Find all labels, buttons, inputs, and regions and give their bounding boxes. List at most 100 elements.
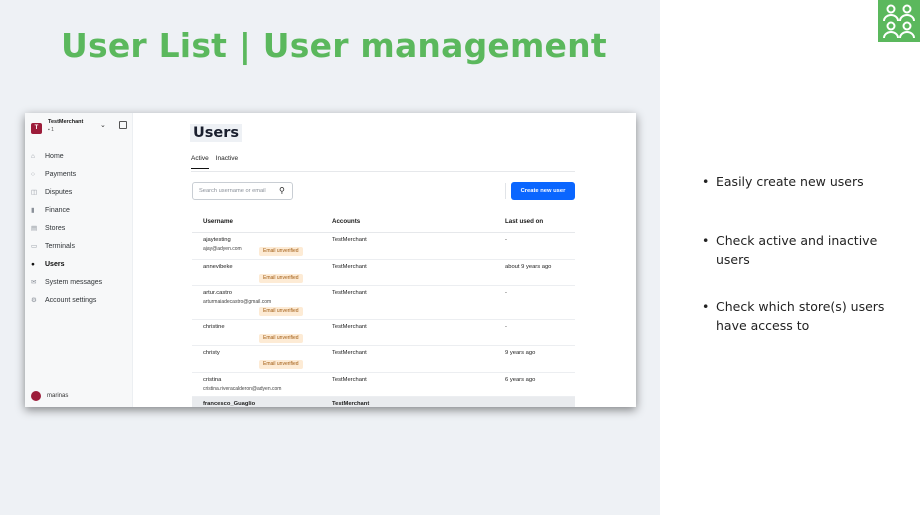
username-cell[interactable]: ajaytesting: [203, 237, 231, 243]
merchant-name: TestMerchant: [48, 119, 84, 125]
bullet-text: Check which store(s) users have access t…: [716, 299, 885, 333]
sidebar-item-label: Account settings: [45, 296, 97, 304]
slide-title: User List | User management: [61, 26, 607, 65]
last-used-cell: -: [505, 237, 507, 243]
sidebar-item-users[interactable]: ● Users: [31, 255, 131, 273]
slide: User List | User management T TestMercha…: [0, 0, 920, 515]
sidebar-item-home[interactable]: ⌂ Home: [31, 147, 131, 165]
sidebar-item-label: System messages: [45, 278, 103, 286]
bullet-marker: •: [702, 174, 710, 189]
finance-icon: ▮: [31, 207, 35, 214]
sidebar-item-label: Stores: [45, 224, 66, 232]
tab-inactive[interactable]: Inactive: [216, 155, 238, 169]
disputes-icon: ◫: [31, 189, 38, 196]
sidebar-item-finance[interactable]: ▮ Finance: [31, 201, 131, 219]
current-user-name: marinas: [47, 393, 69, 399]
sidebar-item-disputes[interactable]: ◫ Disputes: [31, 183, 131, 201]
search-placeholder: Search username or email: [199, 188, 266, 194]
table-header: Username Accounts Last used on: [192, 213, 575, 233]
avatar: [31, 391, 41, 401]
table-row[interactable]: francesco_Guaglio TestMerchant: [192, 397, 575, 407]
current-user[interactable]: marinas: [31, 391, 68, 401]
search-icon[interactable]: ⚲: [279, 186, 285, 195]
account-cell: TestMerchant: [332, 324, 367, 330]
account-cell: TestMerchant: [332, 350, 367, 356]
username-cell[interactable]: cristina: [203, 377, 221, 383]
bullet-marker: •: [702, 299, 710, 314]
sidebar-item-stores[interactable]: ▤ Stores: [31, 219, 131, 237]
sidebar-item-payments[interactable]: ○ Payments: [31, 165, 131, 183]
sidebar-nav: ⌂ Home ○ Payments ◫ Disputes ▮ Finance ▤ Stor…: [31, 147, 131, 309]
sidebar-item-account-settings[interactable]: ⚙ Account settings: [31, 291, 131, 309]
create-new-user-button[interactable]: Create new user: [511, 182, 575, 200]
sidebar-item-label: Payments: [45, 170, 77, 178]
table-row[interactable]: christine Email unverified TestMerchant …: [192, 320, 575, 346]
settings-icon: ⚙: [31, 297, 37, 304]
bullet-marker: •: [702, 233, 710, 248]
table-row[interactable]: annevibeke Email unverified TestMerchant…: [192, 260, 575, 286]
last-used-cell: 6 years ago: [505, 377, 536, 383]
status-badge: Email unverified: [259, 307, 303, 316]
last-used-cell: about 9 years ago: [505, 264, 552, 270]
bullet-text: Easily create new users: [716, 174, 864, 189]
search-input[interactable]: Search username or email ⚲: [192, 182, 293, 200]
username-cell[interactable]: christy: [203, 350, 220, 356]
status-badge: Email unverified: [259, 274, 303, 283]
last-used-cell: -: [505, 324, 507, 330]
column-header-username[interactable]: Username: [203, 218, 233, 225]
sidebar-item-label: Users: [45, 260, 65, 268]
table-row[interactable]: cristina cristina.riveracalderon@adyen.c…: [192, 373, 575, 397]
email-cell: arturmaiadecastro@gmail.com: [203, 299, 272, 305]
status-badge: Email unverified: [259, 360, 303, 369]
users-group-icon: [878, 0, 920, 42]
merchant-switcher[interactable]: T TestMerchant ▪ 1 ⌄: [31, 119, 127, 139]
account-cell: TestMerchant: [332, 377, 367, 383]
payments-icon: ○: [31, 170, 35, 178]
table-row[interactable]: ajaytesting ajay@adyen.com Email unverif…: [192, 233, 575, 260]
stores-icon: ▤: [31, 225, 38, 232]
merchant-avatar: T: [31, 123, 42, 134]
email-cell: ajay@adyen.com: [203, 246, 242, 252]
tabs-divider: [191, 171, 575, 172]
tab-active[interactable]: Active: [191, 155, 209, 169]
column-header-last-used[interactable]: Last used on: [505, 218, 543, 225]
users-table: Username Accounts Last used on ajaytesti…: [192, 213, 575, 407]
status-badge: Email unverified: [259, 334, 303, 343]
account-cell: TestMerchant: [332, 401, 370, 407]
username-cell[interactable]: christine: [203, 324, 225, 330]
table-row[interactable]: christy Email unverified TestMerchant 9 …: [192, 346, 575, 373]
bullet-item: • Easily create new users: [702, 172, 891, 191]
bullet-text: Check active and inactive users: [716, 233, 878, 267]
username-cell[interactable]: artur.castro: [203, 290, 232, 296]
last-used-cell: 9 years ago: [505, 350, 536, 356]
username-cell[interactable]: francesco_Guaglio: [203, 401, 255, 407]
sidebar-item-terminals[interactable]: ▭ Terminals: [31, 237, 131, 255]
last-used-cell: -: [505, 290, 507, 296]
status-badge: Email unverified: [259, 247, 303, 256]
chevron-down-icon[interactable]: ⌄: [100, 121, 106, 129]
sidebar-item-label: Home: [45, 152, 64, 160]
messages-icon: ✉: [31, 279, 37, 286]
sidebar-item-system-messages[interactable]: ✉ System messages: [31, 273, 131, 291]
sidebar-item-label: Finance: [45, 206, 70, 214]
main-content: Users Active Inactive Search username or…: [133, 113, 636, 407]
tabs: Active Inactive: [191, 155, 245, 169]
page-title: Users: [190, 124, 243, 142]
column-header-accounts[interactable]: Accounts: [332, 218, 360, 225]
account-cell: TestMerchant: [332, 237, 367, 243]
table-row[interactable]: artur.castro arturmaiadecastro@gmail.com…: [192, 286, 575, 320]
sidebar-item-label: Disputes: [45, 188, 73, 196]
username-cell[interactable]: annevibeke: [203, 264, 233, 270]
account-cell: TestMerchant: [332, 290, 367, 296]
divider: [505, 183, 506, 199]
bullet-item: • Check active and inactive users: [702, 231, 891, 269]
account-cell: TestMerchant: [332, 264, 367, 270]
email-cell: cristina.riveracalderon@adyen.com: [203, 386, 282, 392]
merchant-store-count: ▪ 1: [48, 127, 54, 133]
terminals-icon: ▭: [31, 243, 38, 250]
sidebar: T TestMerchant ▪ 1 ⌄ ⌂ Home ○ Payments ◫ Di…: [25, 113, 133, 407]
app-screenshot: T TestMerchant ▪ 1 ⌄ ⌂ Home ○ Payments ◫ Di…: [25, 113, 636, 407]
sidebar-item-label: Terminals: [45, 242, 75, 250]
sidebar-toggle-icon[interactable]: [119, 121, 127, 129]
users-icon: ●: [31, 260, 35, 268]
